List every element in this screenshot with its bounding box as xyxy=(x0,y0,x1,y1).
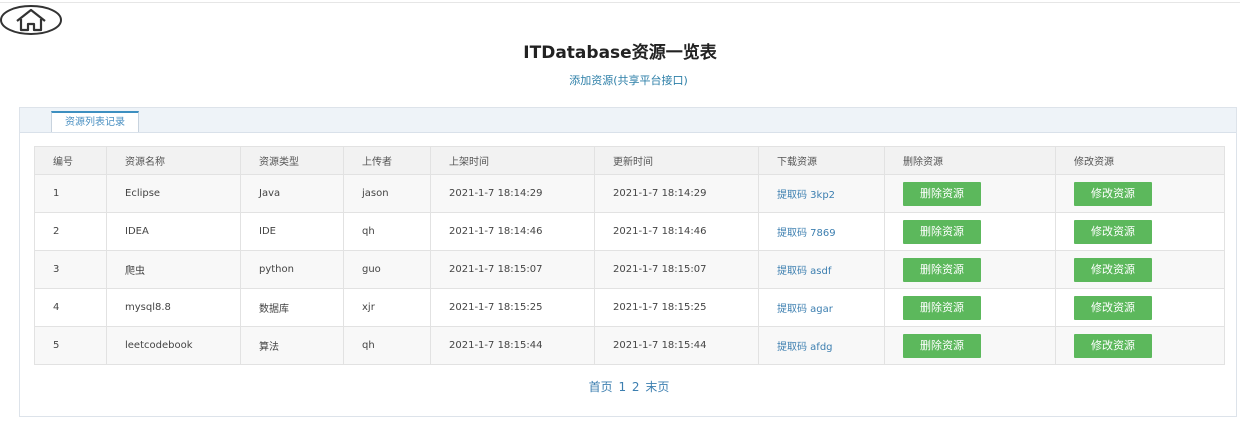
cell-type: 算法 xyxy=(240,326,344,365)
resource-panel: 资源列表记录 编号 资源名称 资源类型 上传者 上架时间 更新时间 下载资源 删… xyxy=(19,107,1237,417)
cell-download: 提取码 afdg xyxy=(758,326,885,365)
cell-type: IDE xyxy=(240,212,344,251)
download-link[interactable]: 提取码 asdf xyxy=(777,266,831,277)
column-header: 上传者 xyxy=(343,146,431,175)
cell-name: mysql8.8 xyxy=(106,288,241,327)
cell-edit: 修改资源 xyxy=(1055,250,1225,289)
column-header: 删除资源 xyxy=(884,146,1056,175)
cell-listed-time: 2021-1-7 18:14:29 xyxy=(430,174,595,213)
cell-download: 提取码 agar xyxy=(758,288,885,327)
cell-delete: 删除资源 xyxy=(884,174,1056,213)
edit-button[interactable]: 修改资源 xyxy=(1074,219,1152,244)
cell-name: Eclipse xyxy=(106,174,241,213)
cell-name: IDEA xyxy=(106,212,241,251)
cell-id: 2 xyxy=(34,212,107,251)
column-header: 资源类型 xyxy=(240,146,344,175)
tab-resource-list[interactable]: 资源列表记录 xyxy=(51,111,139,132)
column-header: 修改资源 xyxy=(1055,146,1225,175)
cell-edit: 修改资源 xyxy=(1055,212,1225,251)
cell-id: 3 xyxy=(34,250,107,289)
edit-button[interactable]: 修改资源 xyxy=(1074,333,1152,358)
cell-delete: 删除资源 xyxy=(884,288,1056,327)
table-row: 5 leetcodebook 算法 qh 2021-1-7 18:15:44 2… xyxy=(34,326,1225,365)
column-header: 更新时间 xyxy=(594,146,759,175)
pagination-last[interactable]: 末页 xyxy=(645,380,669,394)
cell-id: 5 xyxy=(34,326,107,365)
cell-edit: 修改资源 xyxy=(1055,288,1225,327)
download-link[interactable]: 提取码 agar xyxy=(777,304,833,315)
cell-edit: 修改资源 xyxy=(1055,174,1225,213)
cell-name: 爬虫 xyxy=(106,250,241,289)
cell-listed-time: 2021-1-7 18:15:25 xyxy=(430,288,595,327)
cell-download: 提取码 3kp2 xyxy=(758,174,885,213)
cell-uploader: xjr xyxy=(343,288,431,327)
cell-id: 4 xyxy=(34,288,107,327)
cell-listed-time: 2021-1-7 18:15:44 xyxy=(430,326,595,365)
edit-button[interactable]: 修改资源 xyxy=(1074,257,1152,282)
cell-uploader: qh xyxy=(343,326,431,365)
table-row: 2 IDEA IDE qh 2021-1-7 18:14:46 2021-1-7… xyxy=(34,212,1225,251)
delete-button[interactable]: 删除资源 xyxy=(903,257,981,282)
top-divider xyxy=(0,2,1240,3)
add-resource-link[interactable]: 添加资源(共享平台接口) xyxy=(0,72,1240,88)
cell-listed-time: 2021-1-7 18:15:07 xyxy=(430,250,595,289)
edit-button[interactable]: 修改资源 xyxy=(1074,181,1152,206)
cell-download: 提取码 asdf xyxy=(758,250,885,289)
delete-button[interactable]: 删除资源 xyxy=(903,333,981,358)
cell-updated-time: 2021-1-7 18:14:46 xyxy=(594,212,759,251)
cell-updated-time: 2021-1-7 18:14:29 xyxy=(594,174,759,213)
delete-button[interactable]: 删除资源 xyxy=(903,181,981,206)
cell-uploader: jason xyxy=(343,174,431,213)
cell-updated-time: 2021-1-7 18:15:44 xyxy=(594,326,759,365)
resource-table: 编号 资源名称 资源类型 上传者 上架时间 更新时间 下载资源 删除资源 修改资… xyxy=(34,146,1225,365)
cell-download: 提取码 7869 xyxy=(758,212,885,251)
table-row: 3 爬虫 python guo 2021-1-7 18:15:07 2021-1… xyxy=(34,250,1225,289)
cell-uploader: guo xyxy=(343,250,431,289)
home-icon[interactable] xyxy=(0,4,64,36)
table-row: 1 Eclipse Java jason 2021-1-7 18:14:29 2… xyxy=(34,174,1225,213)
cell-delete: 删除资源 xyxy=(884,212,1056,251)
cell-type: 数据库 xyxy=(240,288,344,327)
cell-edit: 修改资源 xyxy=(1055,326,1225,365)
delete-button[interactable]: 删除资源 xyxy=(903,295,981,320)
delete-button[interactable]: 删除资源 xyxy=(903,219,981,244)
column-header: 资源名称 xyxy=(106,146,241,175)
table-header-row: 编号 资源名称 资源类型 上传者 上架时间 更新时间 下载资源 删除资源 修改资… xyxy=(34,146,1225,175)
cell-delete: 删除资源 xyxy=(884,250,1056,289)
panel-header: 资源列表记录 xyxy=(20,108,1236,133)
cell-uploader: qh xyxy=(343,212,431,251)
cell-type: python xyxy=(240,250,344,289)
edit-button[interactable]: 修改资源 xyxy=(1074,295,1152,320)
cell-name: leetcodebook xyxy=(106,326,241,365)
download-link[interactable]: 提取码 3kp2 xyxy=(777,190,835,201)
page-title: ITDatabase资源一览表 xyxy=(523,43,717,63)
pagination-first[interactable]: 首页 xyxy=(589,380,613,394)
cell-delete: 删除资源 xyxy=(884,326,1056,365)
pagination-page-1[interactable]: 1 xyxy=(618,380,626,394)
cell-type: Java xyxy=(240,174,344,213)
download-link[interactable]: 提取码 afdg xyxy=(777,342,833,353)
cell-id: 1 xyxy=(34,174,107,213)
pagination-page-2[interactable]: 2 xyxy=(632,380,640,394)
download-link[interactable]: 提取码 7869 xyxy=(777,228,836,239)
cell-updated-time: 2021-1-7 18:15:07 xyxy=(594,250,759,289)
cell-listed-time: 2021-1-7 18:14:46 xyxy=(430,212,595,251)
pagination: 首页 1 2 末页 xyxy=(20,378,1238,395)
column-header: 编号 xyxy=(34,146,107,175)
column-header: 上架时间 xyxy=(430,146,595,175)
column-header: 下载资源 xyxy=(758,146,885,175)
table-row: 4 mysql8.8 数据库 xjr 2021-1-7 18:15:25 202… xyxy=(34,288,1225,327)
cell-updated-time: 2021-1-7 18:15:25 xyxy=(594,288,759,327)
